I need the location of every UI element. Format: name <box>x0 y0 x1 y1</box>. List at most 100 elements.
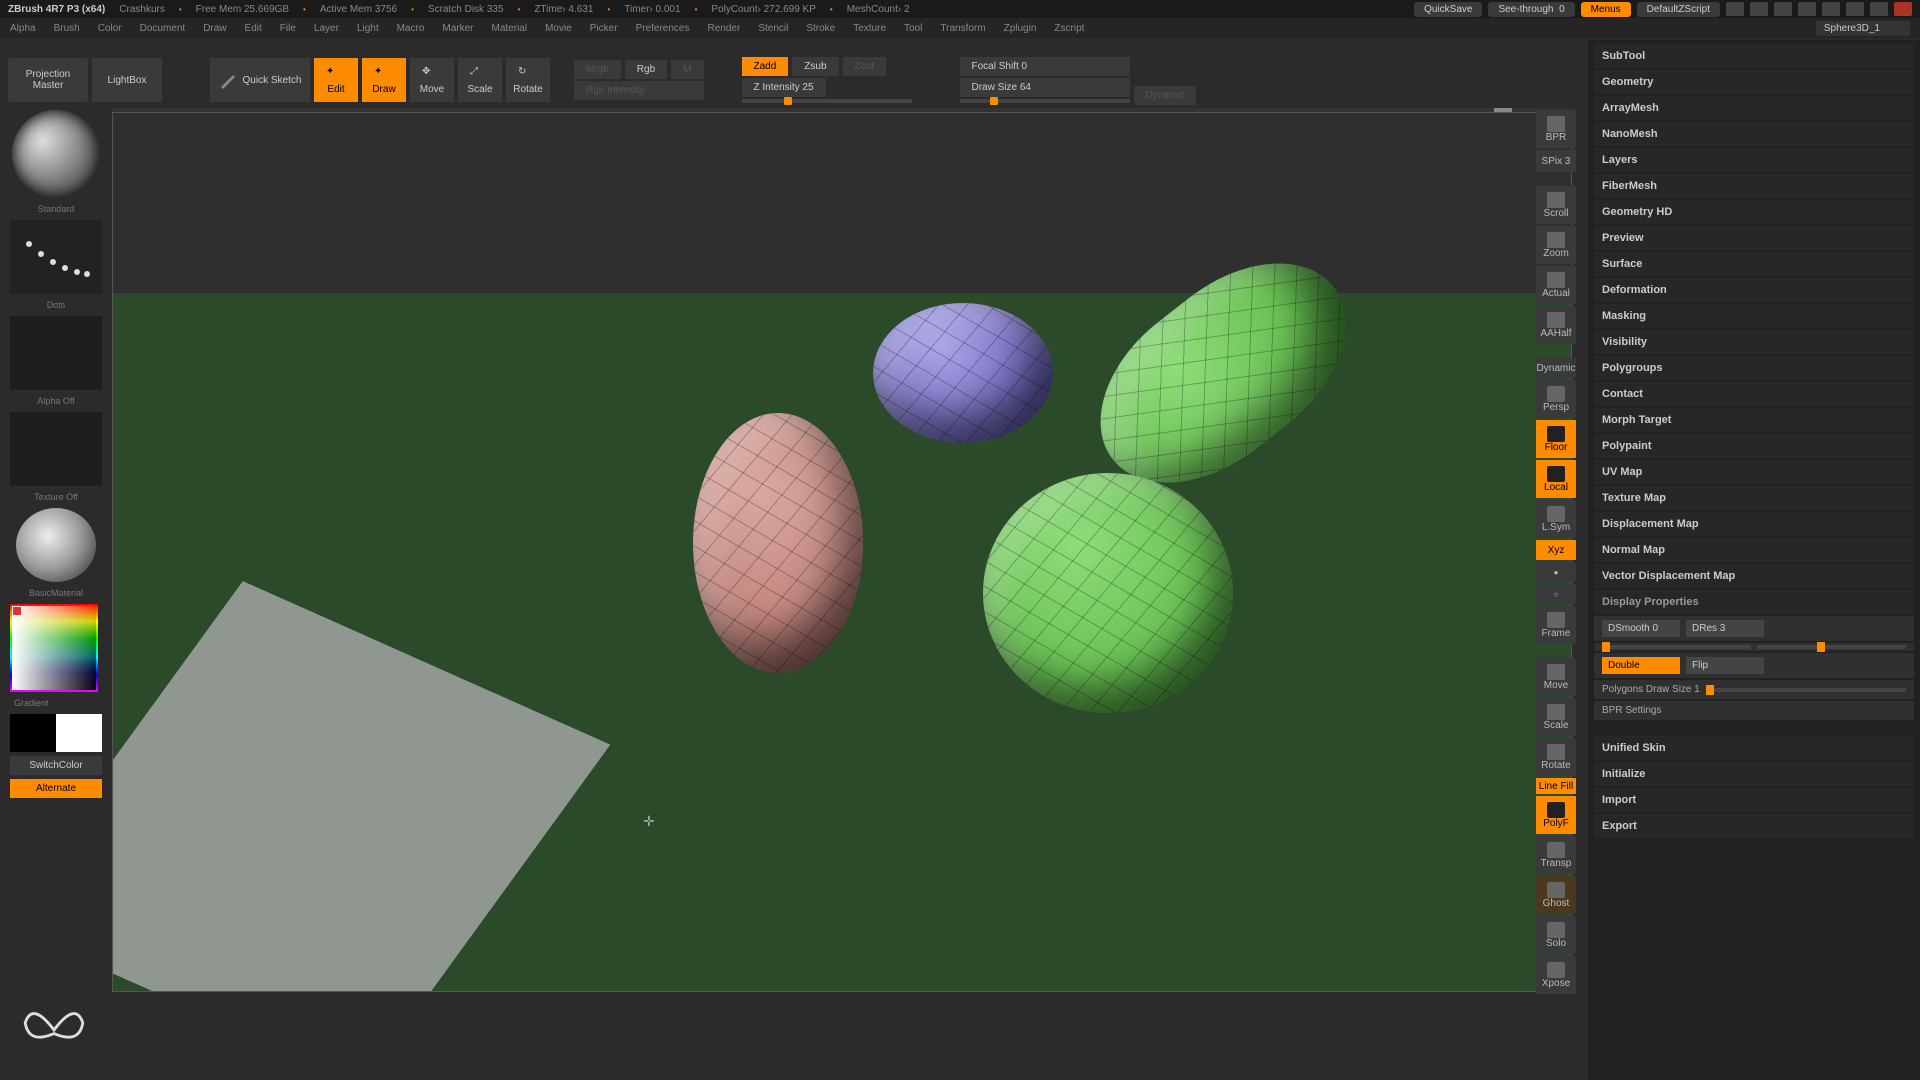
bpr-button[interactable]: BPR <box>1536 110 1576 148</box>
scale-button[interactable]: ⤢Scale <box>458 58 502 102</box>
rgb-button[interactable]: Rgb <box>625 60 667 79</box>
alternate-button[interactable]: Alternate <box>10 779 102 798</box>
alpha-slot[interactable] <box>10 316 102 390</box>
lightbox-button[interactable]: LightBox <box>92 58 162 102</box>
dynamic-button[interactable]: Dynamic <box>1134 86 1197 105</box>
display-properties-header[interactable]: Display Properties <box>1594 590 1914 614</box>
persp-button[interactable]: Persp <box>1536 380 1576 418</box>
z-intensity-label[interactable]: Z Intensity 25 <box>742 78 826 97</box>
menu-item[interactable]: Picker <box>590 23 618 34</box>
menu-item[interactable]: Edit <box>245 23 262 34</box>
panel-item[interactable]: Normal Map <box>1594 538 1914 562</box>
window-icon[interactable] <box>1726 2 1744 16</box>
window-icon[interactable] <box>1750 2 1768 16</box>
xyz-button[interactable]: Xyz <box>1536 540 1576 560</box>
panel-item[interactable]: SubTool <box>1594 44 1914 68</box>
menu-item[interactable]: Light <box>357 23 379 34</box>
panel-item[interactable]: Morph Target <box>1594 408 1914 432</box>
bpr-settings[interactable]: BPR Settings <box>1594 701 1914 720</box>
m-button[interactable]: M <box>671 60 703 79</box>
window-icon[interactable] <box>1774 2 1792 16</box>
dres-field[interactable]: DRes 3 <box>1686 620 1764 637</box>
default-script[interactable]: DefaultZScript <box>1637 2 1720 17</box>
menu-item[interactable]: Marker <box>442 23 473 34</box>
actual-button[interactable]: Actual <box>1536 266 1576 304</box>
menu-item[interactable]: Macro <box>397 23 425 34</box>
secondary-color[interactable] <box>10 714 102 752</box>
panel-item[interactable]: Initialize <box>1594 762 1914 786</box>
menu-item[interactable]: Zscript <box>1054 23 1084 34</box>
rotate-nav-button[interactable]: Rotate <box>1536 738 1576 776</box>
dynamic-toggle[interactable]: Dynamic <box>1536 358 1576 378</box>
texture-slot[interactable] <box>10 412 102 486</box>
panel-item[interactable]: Contact <box>1594 382 1914 406</box>
menu-item[interactable]: Layer <box>314 23 339 34</box>
menu-item[interactable]: Zplugin <box>1004 23 1037 34</box>
stroke-thumbnail[interactable] <box>10 220 102 294</box>
z-intensity-slider[interactable] <box>742 99 912 103</box>
panel-item[interactable]: Texture Map <box>1594 486 1914 510</box>
zoom-button[interactable]: Zoom <box>1536 226 1576 264</box>
polyf-button[interactable]: PolyF <box>1536 796 1576 834</box>
spix-button[interactable]: SPix 3 <box>1536 150 1576 172</box>
panel-item[interactable]: UV Map <box>1594 460 1914 484</box>
material-thumbnail[interactable] <box>16 508 96 582</box>
edit-button[interactable]: ✦Edit <box>314 58 358 102</box>
menu-item[interactable]: Tool <box>904 23 922 34</box>
move-button[interactable]: ✥Move <box>410 58 454 102</box>
menu-item[interactable]: Stroke <box>806 23 835 34</box>
panel-item[interactable]: Preview <box>1594 226 1914 250</box>
lsym-button[interactable]: L.Sym <box>1536 500 1576 538</box>
panel-item[interactable]: Deformation <box>1594 278 1914 302</box>
panel-item[interactable]: Geometry HD <box>1594 200 1914 224</box>
quicksave-button[interactable]: QuickSave <box>1414 2 1482 17</box>
panel-item[interactable]: NanoMesh <box>1594 122 1914 146</box>
switchcolor-button[interactable]: SwitchColor <box>10 756 102 775</box>
circle-button[interactable]: ○ <box>1536 584 1576 604</box>
menu-item[interactable]: Brush <box>54 23 80 34</box>
menu-item[interactable]: Movie <box>545 23 572 34</box>
menu-item[interactable]: Transform <box>940 23 985 34</box>
local-button[interactable]: Local <box>1536 460 1576 498</box>
panel-item[interactable]: Vector Displacement Map <box>1594 564 1914 588</box>
quicksketch-button[interactable]: Quick Sketch <box>210 58 310 102</box>
transp-button[interactable]: Transp <box>1536 836 1576 874</box>
menu-item[interactable]: Stencil <box>758 23 788 34</box>
panel-item[interactable]: Export <box>1594 814 1914 838</box>
xpose-button[interactable]: Xpose <box>1536 956 1576 994</box>
mrgb-button[interactable]: Mrgb <box>574 60 621 79</box>
linefill-button[interactable]: Line Fill <box>1536 778 1576 794</box>
panel-item[interactable]: ArrayMesh <box>1594 96 1914 120</box>
menus-button[interactable]: Menus <box>1581 2 1631 17</box>
ghost-button[interactable]: Ghost <box>1536 876 1576 914</box>
menu-item[interactable]: File <box>280 23 296 34</box>
draw-button[interactable]: ✦Draw <box>362 58 406 102</box>
minimize-icon[interactable] <box>1846 2 1864 16</box>
panel-item[interactable]: Unified Skin <box>1594 736 1914 760</box>
polydraw-label[interactable]: Polygons Draw Size 1 <box>1602 684 1700 695</box>
focal-shift[interactable]: Focal Shift 0 <box>960 57 1130 76</box>
aahalf-button[interactable]: AAHalf <box>1536 306 1576 344</box>
panel-item[interactable]: Surface <box>1594 252 1914 276</box>
gradient-label[interactable]: Gradient <box>10 696 102 710</box>
window-icon[interactable] <box>1798 2 1816 16</box>
frame-button[interactable]: Frame <box>1536 606 1576 644</box>
scale-nav-button[interactable]: Scale <box>1536 698 1576 736</box>
menu-item[interactable]: Texture <box>853 23 886 34</box>
double-button[interactable]: Double <box>1602 657 1680 674</box>
menu-item[interactable]: Color <box>98 23 122 34</box>
tool-dropdown[interactable]: Sphere3D_1 <box>1816 21 1910 36</box>
polydraw-slider[interactable] <box>1706 688 1906 692</box>
viewport[interactable]: ✛ <box>112 112 1572 992</box>
brush-thumbnail[interactable] <box>12 110 100 198</box>
zcut-button[interactable]: Zcut <box>843 57 886 76</box>
zsub-button[interactable]: Zsub <box>792 57 838 76</box>
draw-size[interactable]: Draw Size 64 <box>960 78 1130 97</box>
panel-item[interactable]: Import <box>1594 788 1914 812</box>
projection-master-button[interactable]: ProjectionMaster <box>8 58 88 102</box>
menu-item[interactable]: Render <box>708 23 741 34</box>
seethrough-button[interactable]: See-through 0 <box>1488 2 1574 17</box>
dsmooth-slider[interactable] <box>1602 645 1751 649</box>
zadd-button[interactable]: Zadd <box>742 57 789 76</box>
menu-item[interactable]: Alpha <box>10 23 36 34</box>
